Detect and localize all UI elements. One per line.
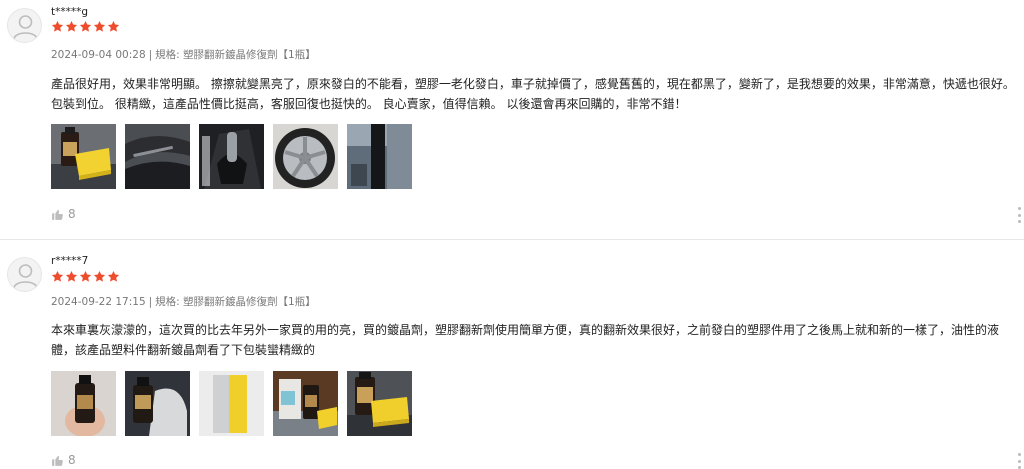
- review-content: 產品很好用，效果非常明顯。 擦擦就變黑亮了，原來發白的不能看，塑膠一老化發白，車…: [51, 77, 1015, 111]
- review-meta: 2024-09-22 17:15 | 規格: 塑膠翻新鍍晶修復劑【1瓶】: [51, 294, 316, 309]
- review-image-car-dashboard[interactable]: [125, 124, 190, 189]
- review-spec: 規格: 塑膠翻新鍍晶修復劑【1瓶】: [155, 49, 316, 61]
- review-images: [51, 371, 412, 436]
- more-vertical-icon[interactable]: [1016, 453, 1022, 469]
- star-icon: [79, 270, 92, 283]
- review-image-product-with-sponge[interactable]: [51, 124, 116, 189]
- meta-separator: |: [148, 296, 153, 308]
- rating-stars: [51, 20, 120, 36]
- thumbs-up-icon: [52, 209, 63, 220]
- review-image-product-with-sponge[interactable]: [347, 371, 412, 436]
- review-image-car-door-trim[interactable]: [347, 124, 412, 189]
- like-button[interactable]: 8: [51, 453, 76, 467]
- review-content: 本來車裏灰濛濛的，這次買的比去年另外一家買的用的亮，買的鍍晶劑，塑膠翻新劑使用簡…: [51, 323, 1000, 357]
- review-image-bottle-box-sponge[interactable]: [273, 371, 338, 436]
- review-item: t*****g 2024-09-04 00:28 | 規格: 塑膠翻新鍍晶修復劑【1…: [0, 0, 1024, 240]
- more-vertical-icon[interactable]: [1016, 207, 1022, 223]
- review-meta: 2024-09-04 00:28 | 規格: 塑膠翻新鍍晶修復劑【1瓶】: [51, 47, 316, 62]
- star-icon: [107, 20, 120, 33]
- like-count: 8: [68, 453, 76, 467]
- user-icon: [13, 264, 38, 289]
- thumbs-up-icon: [52, 455, 63, 466]
- star-icon: [93, 270, 106, 283]
- star-icon: [51, 20, 64, 33]
- star-icon: [93, 20, 106, 33]
- like-button[interactable]: 8: [51, 207, 76, 221]
- avatar[interactable]: [7, 257, 42, 292]
- like-count: 8: [68, 207, 76, 221]
- rating-stars: [51, 270, 120, 286]
- review-date: 2024-09-04 00:28: [51, 49, 146, 61]
- review-spec: 規格: 塑膠翻新鍍晶修復劑【1瓶】: [155, 296, 316, 308]
- star-icon: [79, 20, 92, 33]
- review-image-bottle-with-cloth[interactable]: [125, 371, 190, 436]
- avatar[interactable]: [7, 8, 42, 43]
- review-image-bottle-in-hand[interactable]: [51, 371, 116, 436]
- review-date: 2024-09-22 17:15: [51, 296, 146, 308]
- meta-separator: |: [148, 49, 153, 61]
- reviewer-name: r*****7: [51, 255, 89, 267]
- user-icon: [13, 15, 38, 40]
- reviewer-name: t*****g: [51, 6, 89, 18]
- star-icon: [107, 270, 120, 283]
- star-icon: [51, 270, 64, 283]
- review-image-car-wheel[interactable]: [273, 124, 338, 189]
- review-item: r*****7 2024-09-22 17:15 | 規格: 塑膠翻新鍍晶修復劑【1…: [0, 246, 1024, 469]
- star-icon: [65, 270, 78, 283]
- review-images: [51, 124, 412, 189]
- review-image-sponge-block[interactable]: [199, 371, 264, 436]
- star-icon: [65, 20, 78, 33]
- review-image-car-gear-shift[interactable]: [199, 124, 264, 189]
